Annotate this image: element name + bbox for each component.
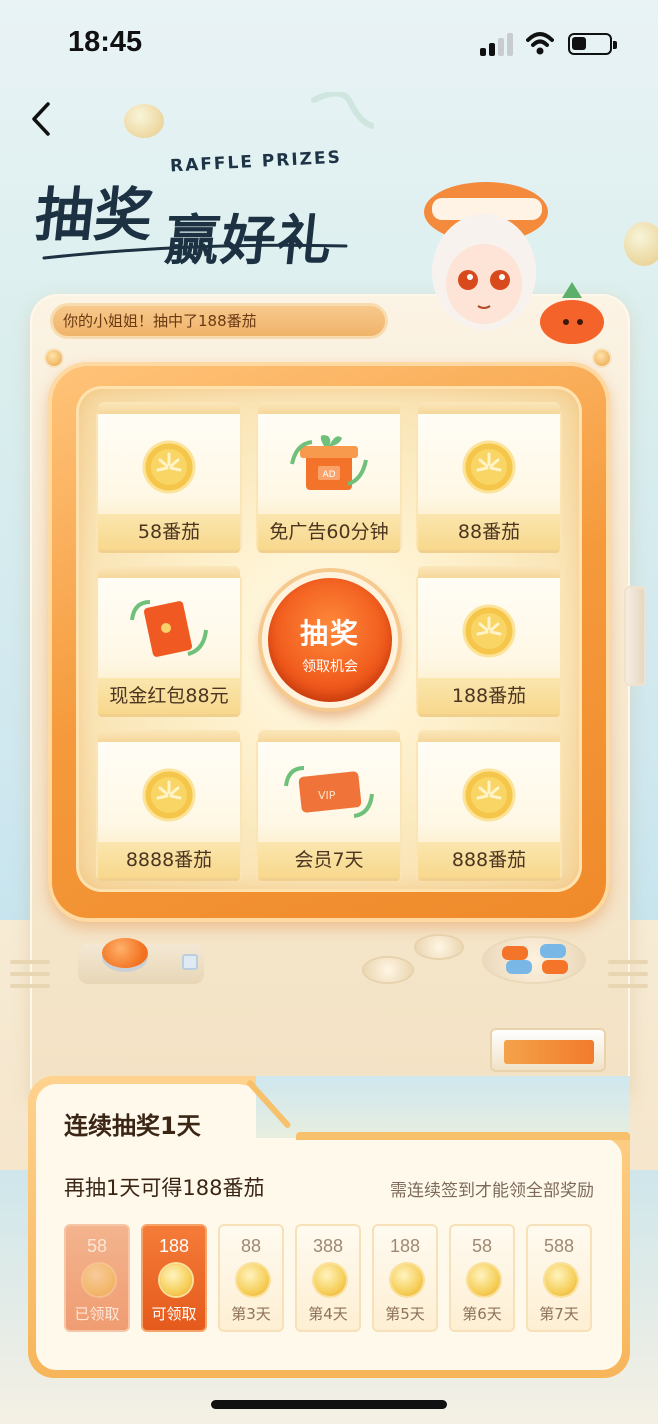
prize-label: 会员7天 — [258, 842, 400, 878]
home-indicator[interactable] — [211, 1400, 447, 1409]
cellular-signal-icon — [480, 32, 516, 56]
wifi-icon — [526, 32, 554, 55]
headline-underline-swoosh — [42, 243, 348, 260]
vent-slot — [10, 984, 50, 988]
coin-icon — [237, 1264, 269, 1296]
draw-button-title: 抽奖 — [299, 617, 360, 650]
streak-day-amount: 188 — [158, 1236, 190, 1256]
decorative-coin-icon — [124, 104, 164, 138]
prize-tile[interactable]: 58番茄 — [98, 402, 240, 550]
decorative-coin-icon — [624, 222, 658, 266]
streak-day-label: 可领取 — [151, 1305, 197, 1323]
decorative-leaf-icon — [311, 92, 374, 129]
streak-panel-edge — [256, 1076, 630, 1138]
streak-day-amount: 88 — [240, 1236, 262, 1256]
streak-subtitle: 再抽1天可得188番茄 — [64, 1176, 265, 1200]
screw-decoration — [592, 348, 612, 368]
game-cartridge — [490, 1028, 606, 1072]
vent-slot — [10, 960, 50, 964]
prize-label: 8888番茄 — [98, 842, 240, 878]
prize-tile[interactable]: 188番茄 — [418, 566, 560, 714]
vent-slot — [608, 960, 648, 964]
streak-day-card[interactable]: 58 第6天 — [449, 1224, 515, 1332]
coin-icon — [314, 1264, 346, 1296]
coin-icon — [462, 440, 516, 494]
streak-day-label: 已领取 — [74, 1305, 120, 1323]
prize-tile[interactable]: 888番茄 — [418, 730, 560, 878]
streak-day-amount: 188 — [389, 1236, 421, 1256]
draw-button-subtitle: 领取机会 — [302, 659, 358, 675]
winner-notice-ticker: 你的小姐姐！抽中了188番茄 — [50, 303, 388, 339]
prize-label: 188番茄 — [418, 678, 560, 714]
coin-icon — [545, 1264, 577, 1296]
coin-icon — [142, 768, 196, 822]
streak-day-amount: 388 — [312, 1236, 344, 1256]
prize-label: 88番茄 — [418, 514, 560, 550]
streak-day-label: 第6天 — [462, 1305, 502, 1323]
small-toggle[interactable] — [182, 954, 198, 970]
coin-icon — [142, 440, 196, 494]
streak-title: 连续抽奖1天 — [64, 1112, 201, 1140]
svg-text:AD: AD — [322, 470, 335, 480]
prize-label: 免广告60分钟 — [258, 514, 400, 550]
streak-day-card[interactable]: 188 可领取 — [141, 1224, 207, 1332]
streak-day-label: 第4天 — [308, 1305, 348, 1323]
streak-day-card[interactable]: 88 第3天 — [218, 1224, 284, 1332]
coin-icon — [468, 1264, 500, 1296]
prize-label: 58番茄 — [98, 514, 240, 550]
status-time: 18:45 — [68, 26, 143, 58]
svg-text:VIP: VIP — [318, 789, 336, 802]
streak-day-amount: 588 — [543, 1236, 575, 1256]
prize-label: 现金红包88元 — [98, 678, 240, 714]
coin-icon — [462, 768, 516, 822]
battery-icon — [568, 33, 617, 55]
draw-button[interactable]: 抽奖 领取机会 — [262, 572, 398, 708]
streak-day-amount: 58 — [86, 1236, 108, 1256]
dial-gauge — [364, 958, 412, 982]
coin-icon — [391, 1264, 423, 1296]
prize-tile[interactable]: AD 免广告60分钟 — [258, 402, 400, 550]
coin-icon — [462, 604, 516, 658]
prize-tile[interactable]: 现金红包88元 — [98, 566, 240, 714]
streak-day-label: 第5天 — [385, 1305, 425, 1323]
vip-card-icon: VIP — [284, 766, 374, 818]
joystick-knob[interactable] — [102, 938, 148, 968]
status-bar: 18:45 — [0, 0, 658, 90]
machine-lever[interactable] — [624, 586, 646, 686]
streak-day-card[interactable]: 58 已领取 — [64, 1224, 130, 1332]
headline-english: RAFFLE PRIZES — [169, 147, 343, 177]
screw-decoration — [44, 348, 64, 368]
streak-note: 需连续签到才能领全部奖励 — [390, 1181, 594, 1201]
streak-day-card[interactable]: 188 第5天 — [372, 1224, 438, 1332]
dial-gauge — [416, 936, 462, 958]
ad-gift-icon: AD — [290, 435, 368, 490]
prize-tile[interactable]: 8888番茄 — [98, 730, 240, 878]
prize-label: 888番茄 — [418, 842, 560, 878]
streak-day-card[interactable]: 588 第7天 — [526, 1224, 592, 1332]
red-envelope-icon — [130, 600, 208, 657]
dpad-buttons[interactable] — [484, 938, 584, 982]
coin-icon — [83, 1264, 115, 1296]
mascot-character-icon — [424, 182, 604, 344]
vent-slot — [608, 972, 648, 976]
prize-tile[interactable]: 88番茄 — [418, 402, 560, 550]
streak-panel-edge-line — [296, 1132, 630, 1140]
streak-day-card[interactable]: 388 第4天 — [295, 1224, 361, 1332]
vent-slot — [10, 972, 50, 976]
streak-day-label: 第3天 — [231, 1305, 271, 1323]
streak-day-label: 第7天 — [539, 1305, 579, 1323]
back-icon[interactable] — [26, 98, 60, 140]
vent-slot — [608, 984, 648, 988]
prize-tile[interactable]: VIP 会员7天 — [258, 730, 400, 878]
coin-icon — [160, 1264, 192, 1296]
streak-day-amount: 58 — [471, 1236, 493, 1256]
